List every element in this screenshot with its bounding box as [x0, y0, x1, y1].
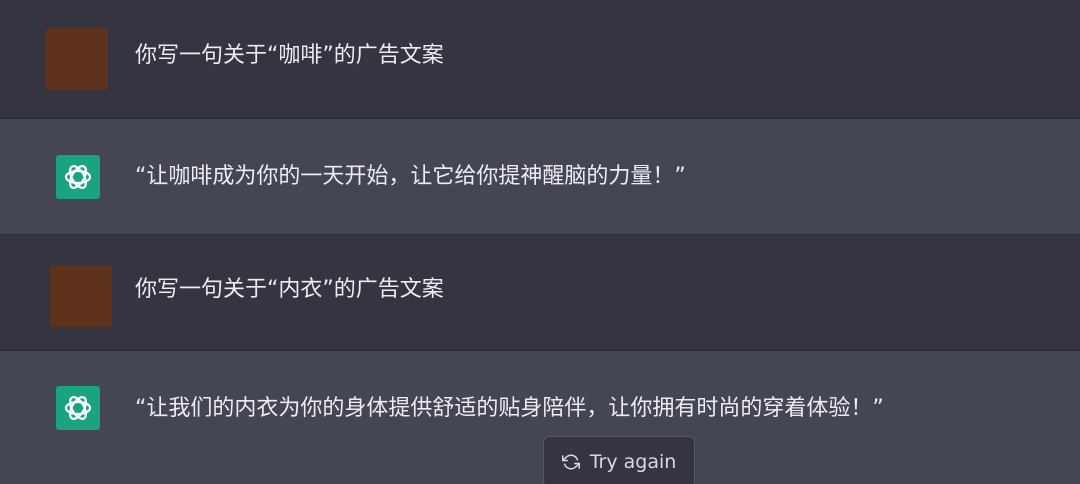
user-message-text: 你写一句关于“内衣”的广告文案	[135, 277, 444, 302]
assistant-avatar	[56, 386, 100, 430]
assistant-message-row: “让我们的内衣为你的身体提供舒适的贴身陪伴，让你拥有时尚的穿着体验！”	[0, 350, 1080, 484]
assistant-message-row: “让咖啡成为你的一天开始，让它给你提神醒脑的力量！”	[0, 118, 1080, 234]
chat-thread: 你写一句关于“咖啡”的广告文案 “让咖啡成为你的一天开始，让它给你提神醒脑的力量…	[0, 0, 1080, 484]
assistant-message-text: “让我们的内衣为你的身体提供舒适的贴身陪伴，让你拥有时尚的穿着体验！”	[135, 396, 884, 421]
openai-logo-icon	[64, 165, 92, 189]
assistant-avatar	[56, 155, 100, 199]
user-message-text: 你写一句关于“咖啡”的广告文案	[135, 43, 444, 68]
refresh-icon	[561, 453, 580, 471]
user-message-row: 你写一句关于“内衣”的广告文案	[0, 234, 1080, 350]
user-message-row: 你写一句关于“咖啡”的广告文案	[0, 0, 1080, 118]
try-again-label: Try again	[589, 451, 677, 473]
user-avatar	[50, 265, 112, 327]
openai-logo-icon	[64, 396, 92, 420]
assistant-message-text: “让咖啡成为你的一天开始，让它给你提神醒脑的力量！”	[135, 164, 686, 189]
user-avatar	[46, 28, 108, 90]
try-again-button[interactable]: Try again	[543, 436, 695, 484]
